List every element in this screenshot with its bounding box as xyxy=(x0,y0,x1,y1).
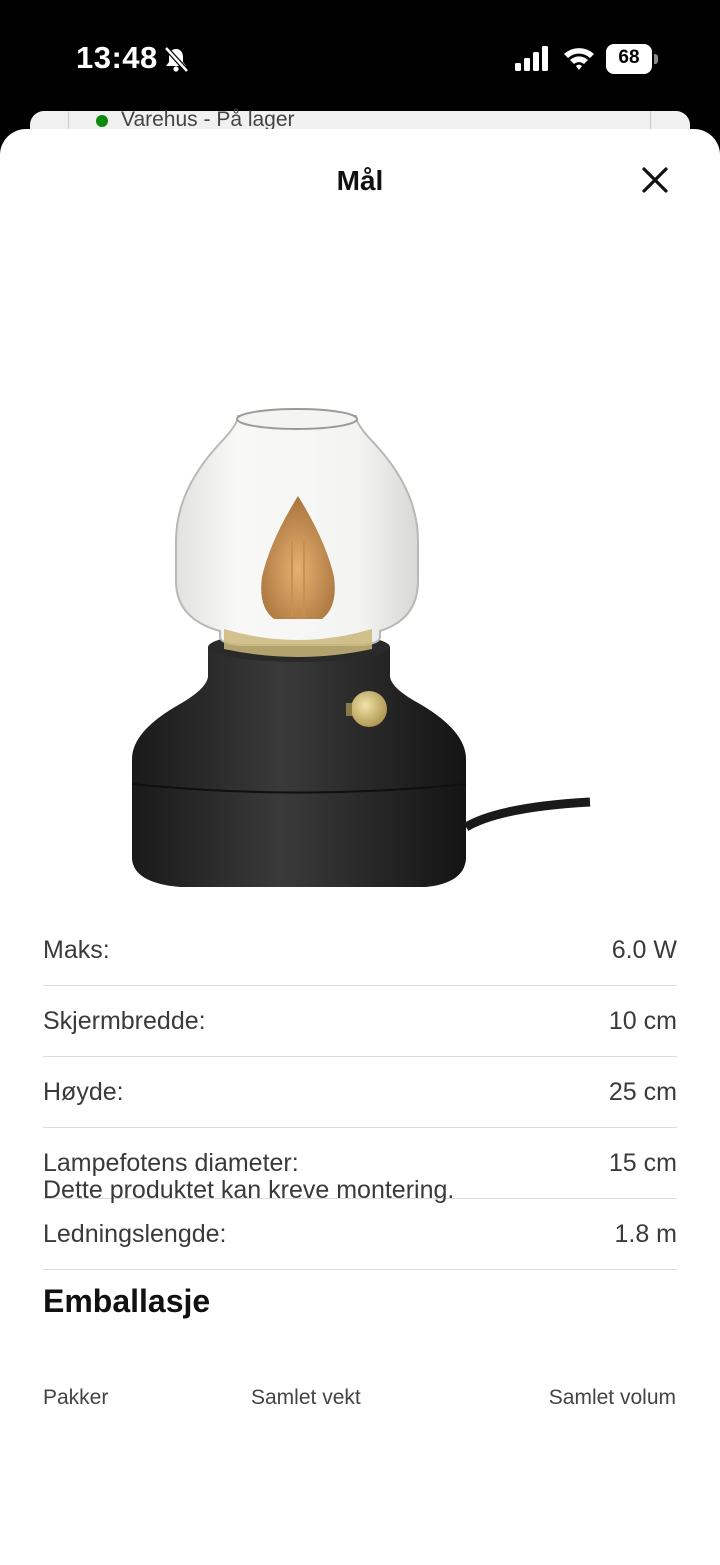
spec-row: Maks: 6.0 W xyxy=(43,915,677,986)
packages-column-label: Pakker xyxy=(43,1386,109,1409)
spec-label: Ledningslengde: xyxy=(43,1220,227,1248)
assembly-note: Dette produktet kan kreve montering. xyxy=(43,1176,455,1204)
spec-list: Maks: 6.0 W Skjermbredde: 10 cm Høyde: 2… xyxy=(43,915,677,1270)
spec-value: 10 cm xyxy=(608,1007,677,1035)
stock-status-dot xyxy=(96,115,108,127)
sheet-title: Mål xyxy=(336,165,384,196)
bell-slash-icon xyxy=(164,46,189,73)
spec-label: Lampefotens diameter: xyxy=(43,1149,299,1177)
product-image xyxy=(131,408,591,887)
spec-label: Skjermbredde: xyxy=(43,1007,206,1035)
close-icon xyxy=(642,167,668,193)
total-weight-column-label: Samlet vekt xyxy=(251,1386,361,1409)
signal-icon xyxy=(515,46,548,71)
spec-value: 25 cm xyxy=(608,1078,677,1106)
status-bar: 13:48 68 xyxy=(0,0,720,112)
wifi-icon xyxy=(564,48,594,70)
spec-value: 1.8 m xyxy=(614,1220,677,1248)
spec-row: Skjermbredde: 10 cm xyxy=(43,986,677,1057)
spec-value: 6.0 W xyxy=(611,936,677,964)
battery-icon: 68 xyxy=(606,44,658,74)
spec-label: Høyde: xyxy=(43,1078,124,1106)
status-time: 13:48 xyxy=(76,40,158,75)
battery-level: 68 xyxy=(618,47,640,68)
spec-value: 15 cm xyxy=(608,1149,677,1177)
close-button[interactable] xyxy=(630,157,680,203)
dimensions-sheet: Mål Maks: 6.0 W Skjermbredde: 10 cm Høyd… xyxy=(0,129,720,1565)
spec-row: Høyde: 25 cm xyxy=(43,1057,677,1128)
spec-label: Maks: xyxy=(43,936,110,964)
spec-row: Ledningslengde: 1.8 m xyxy=(43,1199,677,1270)
total-volume-column-label: Samlet volum xyxy=(548,1386,676,1409)
packaging-heading: Emballasje xyxy=(43,1283,211,1319)
